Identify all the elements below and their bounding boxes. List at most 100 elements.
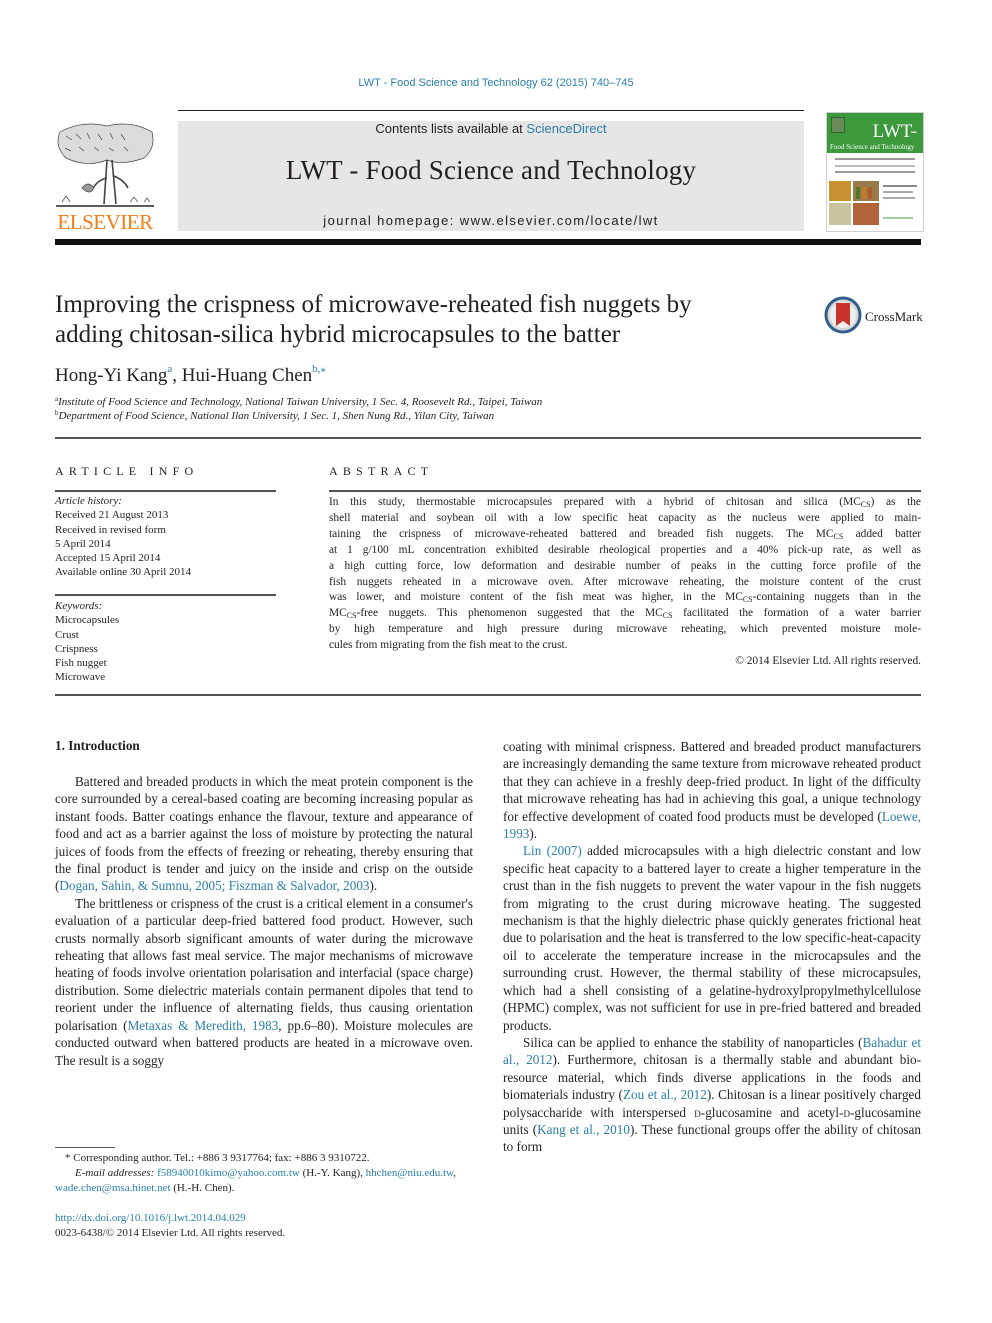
smallcaps-prefix: d	[843, 1104, 850, 1120]
journal-homepage[interactable]: journal homepage: www.elsevier.com/locat…	[178, 213, 804, 228]
contents-line: Contents lists available at ScienceDirec…	[178, 121, 804, 136]
affiliation-text: Department of Food Science, National Ila…	[58, 410, 495, 422]
body-paragraph: Battered and breaded products in which t…	[55, 774, 473, 894]
body-paragraph: The brittleness or crispness of the crus…	[55, 895, 474, 1068]
body-paragraph: Lin (2007) added microcapsules with a hi…	[503, 843, 921, 1033]
footnote-rule	[55, 1147, 115, 1148]
abstract-heading: ABSTRACT	[329, 464, 434, 478]
citation-link[interactable]: Metaxas & Meredith, 1983	[128, 1018, 279, 1033]
keyword-item: Crispness	[55, 642, 98, 655]
body-paragraph: Silica can be applied to enhance the sta…	[503, 1034, 921, 1155]
sciencedirect-link[interactable]: ScienceDirect	[526, 121, 606, 136]
email-label: E-mail addresses:	[75, 1167, 158, 1179]
doi-link[interactable]: http://dx.doi.org/10.1016/j.lwt.2014.04.…	[55, 1211, 285, 1226]
subscript: CS	[742, 595, 753, 605]
affiliation-b: bDepartment of Food Science, National Il…	[55, 409, 494, 422]
author-name[interactable]: Hong-Yi Kang	[55, 365, 167, 386]
author-separator: ,	[172, 365, 182, 386]
cover-photo-4	[853, 203, 879, 225]
cover-photo-3	[829, 203, 851, 225]
author-affiliation-mark[interactable]: b,⁎	[312, 363, 326, 375]
author-name[interactable]: Hui-Huang Chen	[182, 365, 312, 386]
email-separator: ,	[453, 1167, 456, 1179]
doi-block: http://dx.doi.org/10.1016/j.lwt.2014.04.…	[55, 1211, 285, 1241]
header-rule	[178, 110, 804, 111]
section-heading-introduction: 1. Introduction	[55, 738, 140, 753]
affiliation-text: Institute of Food Science and Technology…	[58, 396, 543, 408]
article-history-label: Article history:	[55, 495, 122, 507]
citation-link[interactable]: Zou et al., 2012	[623, 1087, 707, 1102]
subscript: CS	[346, 611, 357, 621]
email-owner: (H.-Y. Kang),	[299, 1167, 366, 1179]
crossmark-icon	[824, 296, 862, 334]
abstract-line: at 1 g/100 mL concentration exhibited de…	[329, 543, 921, 556]
abstract-line: a high cutting force, low deformation an…	[329, 559, 921, 572]
abstract-line: by high temperature and high pressure du…	[329, 623, 921, 636]
email-link[interactable]: hhchen@niu.edu.tw	[366, 1167, 454, 1179]
citation-link[interactable]: Kang et al., 2010	[537, 1122, 630, 1137]
cover-photo-2	[853, 181, 879, 201]
cover-publisher-icon	[831, 117, 845, 133]
keywords-label: Keywords:	[55, 600, 103, 612]
abstract-copyright: © 2014 Elsevier Ltd. All rights reserved…	[735, 655, 921, 667]
citation-link[interactable]: Dogan, Sahin, & Sumnu, 2005; Fiszman & S…	[59, 878, 369, 893]
keyword-item: Microcapsules	[55, 614, 120, 627]
abstract-line: cules from migrating from the fish meat …	[329, 639, 568, 652]
abstract-line: In this study, thermostable microcapsule…	[329, 496, 921, 509]
history-item: Accepted 15 April 2014	[55, 552, 161, 565]
history-item: Received 21 August 2013	[55, 509, 169, 522]
subscript: CS	[662, 611, 673, 621]
paper-title: Improving the crispness of microwave-reh…	[55, 290, 795, 350]
abstract-text: In this study, thermostable microcapsule…	[329, 495, 921, 654]
email-owner: (H.-H. Chen).	[170, 1182, 235, 1194]
cover-photo-1	[829, 181, 851, 201]
history-item: Received in revised form	[55, 523, 166, 536]
subscript: CS	[860, 500, 871, 509]
footnote-corresponding: * Corresponding author. Tel.: +886 3 931…	[55, 1151, 473, 1196]
subscript: CS	[833, 531, 844, 541]
title-divider	[55, 437, 921, 439]
body-column-right: coating with minimal crispness. Battered…	[503, 738, 921, 1156]
citation-link[interactable]: Lin (2007)	[523, 843, 582, 858]
issn-copyright: 0023-6438/© 2014 Elsevier Ltd. All right…	[55, 1227, 286, 1239]
body-column-left: Battered and breaded products in which t…	[55, 773, 473, 1069]
journal-reference[interactable]: LWT - Food Science and Technology 62 (20…	[0, 77, 992, 89]
article-info-heading: ARTICLE INFO	[55, 464, 199, 478]
author-list: Hong-Yi Kanga, Hui-Huang Chenb,⁎	[55, 362, 326, 387]
keywords-rule	[55, 594, 276, 596]
keyword-item: Microwave	[55, 671, 106, 684]
cover-society-strip	[827, 153, 923, 179]
body-paragraph: coating with minimal crispness. Battered…	[503, 739, 921, 842]
abstract-bottom-rule	[55, 694, 921, 696]
abstract-rule	[329, 490, 921, 492]
citation-link[interactable]: Bahadur et al., 2012	[503, 1035, 921, 1067]
crossmark-label[interactable]: CrossMark	[865, 309, 923, 325]
abstract-line: taining the crispness of microwave-rehea…	[329, 527, 921, 541]
cover-subtitle: Food Science and Technology	[830, 143, 915, 151]
keyword-item: Fish nugget	[55, 657, 107, 670]
history-item: Available online 30 April 2014	[55, 566, 192, 579]
contents-prefix: Contents lists available at	[375, 121, 527, 136]
email-link[interactable]: wade.chen@msa.hinet.net	[55, 1182, 171, 1194]
journal-cover-image[interactable]: LWT- Food Science and Technology	[826, 112, 924, 232]
header-thick-rule	[55, 239, 921, 245]
citation-link[interactable]: Loewe, 1993	[503, 809, 921, 841]
abstract-line: was lower, and moisture content of the f…	[329, 591, 921, 605]
article-info-rule	[55, 490, 276, 492]
keywords: Keywords: Microcapsules Crust Crispness …	[55, 599, 285, 685]
abstract-line: fish nuggets reheated in a microwave ove…	[329, 575, 921, 588]
journal-title: LWT - Food Science and Technology	[285, 155, 697, 185]
abstract-line: MCCS-free nuggets. This phenomenon sugge…	[329, 607, 921, 621]
paper-title-line-1: Improving the crispness of microwave-reh…	[55, 291, 692, 318]
email-link[interactable]: f58940010kimo@yahoo.com.tw	[157, 1167, 300, 1179]
corresponding-author-note: * Corresponding author. Tel.: +886 3 931…	[65, 1152, 370, 1164]
elsevier-wordmark: ELSEVIER	[57, 210, 153, 234]
affiliation-a: aInstitute of Food Science and Technolog…	[55, 395, 542, 408]
history-item: 5 April 2014	[55, 537, 111, 550]
keyword-item: Crust	[55, 628, 79, 641]
smallcaps-prefix: d	[694, 1104, 701, 1120]
cover-title: LWT-	[872, 121, 917, 142]
paper-title-line-2: adding chitosan-silica hybrid microcapsu…	[55, 321, 621, 348]
article-history: Article history: Received 21 August 2013…	[55, 494, 285, 580]
abstract-line: shell material and soybean oil with a lo…	[329, 511, 921, 524]
